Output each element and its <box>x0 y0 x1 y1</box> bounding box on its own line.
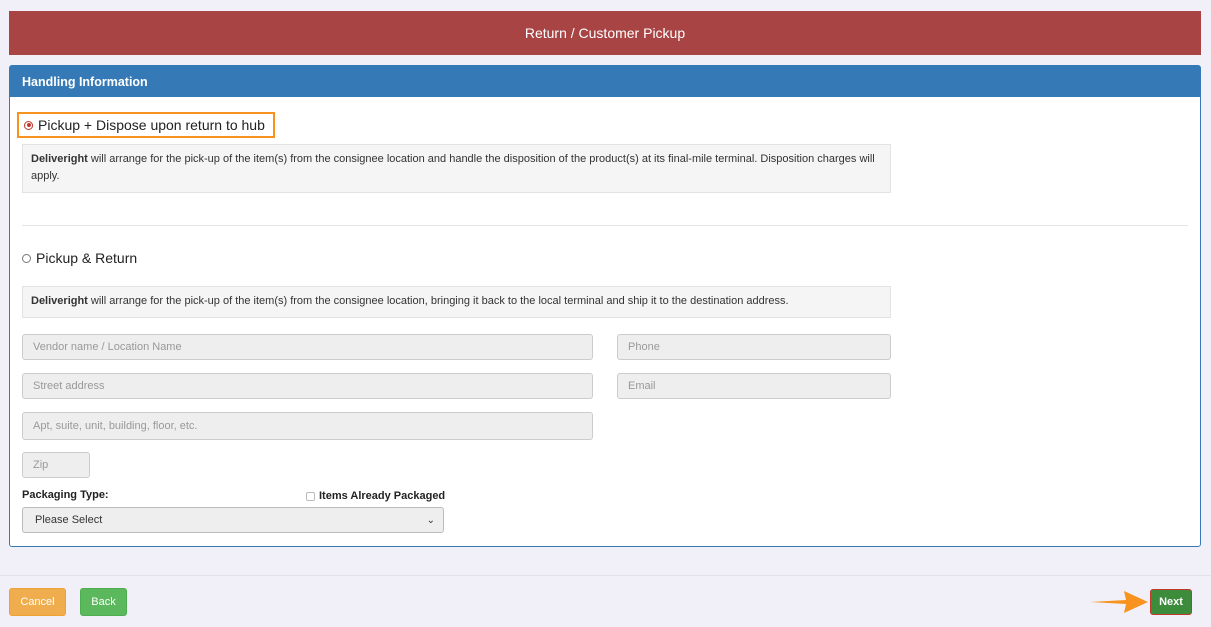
panel-heading-text: Handling Information <box>22 74 148 89</box>
packaging-type-select[interactable]: Please Select ⌄ <box>22 507 444 533</box>
description-text: will arrange for the pick-up of the item… <box>31 153 875 182</box>
radio-pickup-dispose[interactable] <box>24 120 33 130</box>
cancel-button[interactable]: Cancel <box>9 588 66 616</box>
option-pickup-dispose-description: Deliveright will arrange for the pick-up… <box>22 144 891 193</box>
page-header: Return / Customer Pickup <box>9 11 1201 55</box>
pointer-arrow-icon <box>1090 591 1148 613</box>
items-already-packaged-checkbox[interactable] <box>306 491 315 501</box>
zip-input[interactable]: Zip <box>22 452 90 478</box>
phone-input[interactable]: Phone <box>617 334 891 360</box>
page-title: Return / Customer Pickup <box>524 25 686 41</box>
vendor-name-input[interactable]: Vendor name / Location Name <box>22 334 593 360</box>
email-input[interactable]: Email <box>617 373 891 399</box>
panel-heading: Handling Information <box>10 66 1200 97</box>
radio-pickup-return[interactable] <box>22 253 31 263</box>
brand-name: Deliveright <box>31 295 88 307</box>
footer-divider <box>0 575 1211 576</box>
next-button[interactable]: Next <box>1150 589 1192 615</box>
chevron-down-icon: ⌄ <box>426 514 435 526</box>
back-button[interactable]: Back <box>80 588 127 616</box>
packaging-type-label: Packaging Type: <box>22 489 109 501</box>
items-already-packaged-label: Items Already Packaged <box>319 490 446 502</box>
description-text: will arrange for the pick-up of the item… <box>87 295 789 307</box>
items-already-packaged[interactable]: Items Already Packaged <box>306 490 445 502</box>
option-pickup-dispose-label: Pickup + Dispose upon return to hub <box>38 117 265 133</box>
option-pickup-dispose[interactable]: Pickup + Dispose upon return to hub <box>17 112 275 138</box>
option-pickup-return[interactable]: Pickup & Return <box>22 248 137 268</box>
packaging-type-select-value: Please Select <box>35 514 103 526</box>
handling-information-panel: Handling Information Pickup + Dispose up… <box>9 65 1201 547</box>
option-pickup-return-label: Pickup & Return <box>36 250 138 266</box>
divider <box>22 225 1188 226</box>
option-pickup-return-description: Deliveright will arrange for the pick-up… <box>22 286 891 318</box>
street-address-input[interactable]: Street address <box>22 373 593 399</box>
brand-name: Deliveright <box>31 153 88 165</box>
apt-suite-input[interactable]: Apt, suite, unit, building, floor, etc. <box>22 412 593 440</box>
